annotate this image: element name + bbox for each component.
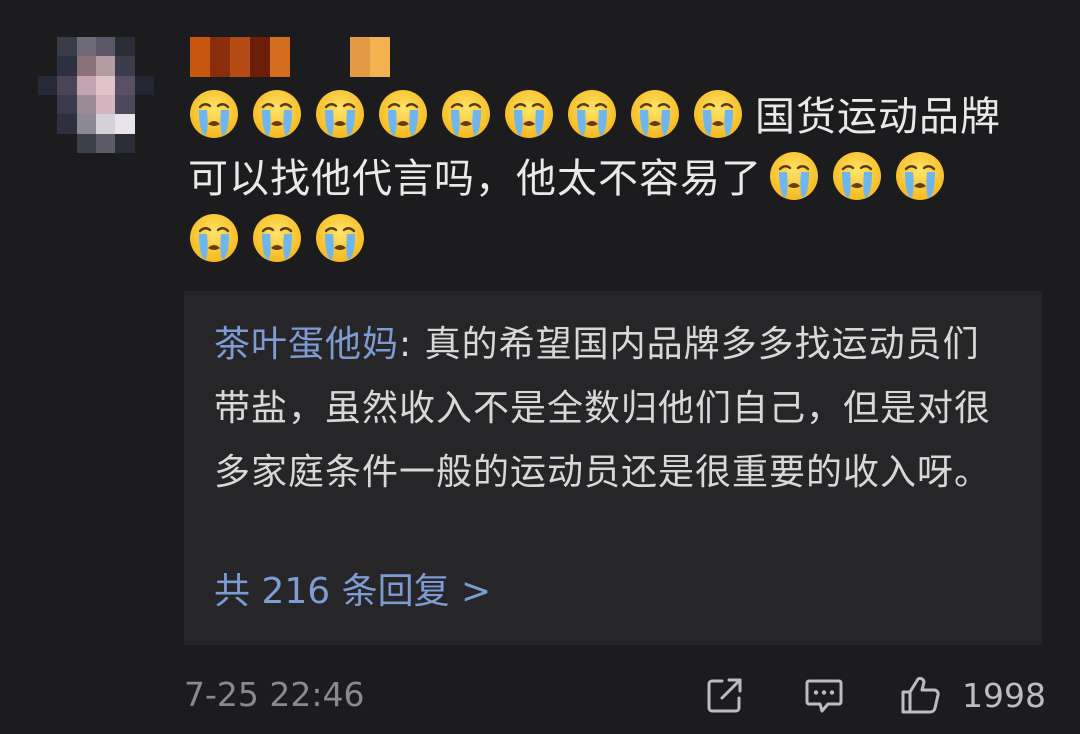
comment-text-part-1: 国货运动品牌 (755, 94, 1001, 140)
comment-text: 国货运动品牌 可以找他代言吗，他太不容易了 (188, 86, 1048, 272)
crying-face-icon (190, 214, 238, 262)
crying-face-icon (253, 90, 301, 138)
crying-face-icon (631, 90, 679, 138)
avatar-pixel (115, 114, 135, 134)
thumbs-up-icon (901, 676, 940, 714)
username-redacted[interactable] (190, 37, 390, 77)
avatar-pixel (76, 95, 96, 115)
avatar-pixel (134, 133, 154, 153)
avatar-pixel (57, 37, 77, 57)
avatar-pixel (115, 37, 135, 57)
avatar-pixel (76, 114, 96, 134)
crying-face-icon (896, 152, 944, 200)
avatar-pixel (57, 114, 77, 134)
reply-author[interactable]: 茶叶蛋他妈 (214, 324, 399, 365)
crying-face-icon (442, 90, 490, 138)
avatar-pixel (134, 95, 154, 115)
avatar-pixel (96, 37, 116, 57)
avatar-pixel (76, 75, 96, 95)
avatar[interactable] (38, 37, 154, 153)
like-button[interactable]: 1998 (898, 672, 1046, 718)
avatar-pixel (38, 114, 58, 134)
crying-face-icon (694, 90, 742, 138)
avatar-pixel (38, 37, 58, 57)
crying-face-icon (190, 90, 238, 138)
avatar-pixel (96, 75, 116, 95)
crying-face-icon (833, 152, 881, 200)
emoji-group (188, 90, 755, 140)
avatar-pixel (96, 114, 116, 134)
avatar-pixel (115, 95, 135, 115)
crying-face-icon (505, 90, 553, 138)
avatar-pixel (38, 133, 58, 153)
avatar-pixel (57, 95, 77, 115)
avatar-pixel (134, 56, 154, 76)
avatar-pixel (96, 95, 116, 115)
avatar-pixel (57, 133, 77, 153)
comment-text-part-2: 可以找他代言吗，他太不容易了 (188, 156, 762, 202)
avatar-pixel (38, 56, 58, 76)
emoji-group (768, 152, 957, 202)
avatar-pixel (57, 56, 77, 76)
reply-text: 茶叶蛋他妈: 真的希望国内品牌多多找运动员们带盐，虽然收入不是全数归他们自己，但… (214, 313, 1014, 505)
crying-face-icon (379, 90, 427, 138)
share-button[interactable] (704, 672, 746, 718)
avatar-pixel (115, 56, 135, 76)
crying-face-icon (316, 214, 364, 262)
avatar-pixel (96, 56, 116, 76)
view-all-replies-link[interactable]: 共 216 条回复 > (214, 567, 491, 617)
comment-card: 国货运动品牌 可以找他代言吗，他太不容易了 茶叶蛋他妈: 真的希望国内品牌多多找… (0, 0, 1080, 734)
avatar-pixel (38, 95, 58, 115)
comment-icon (805, 679, 843, 713)
crying-face-icon (316, 90, 364, 138)
share-icon (707, 678, 742, 713)
avatar-pixel (76, 133, 96, 153)
avatar-pixel (57, 75, 77, 95)
reply-colon: : (399, 324, 425, 365)
crying-face-icon (770, 152, 818, 200)
avatar-pixel (134, 75, 154, 95)
reply-button[interactable] (803, 672, 845, 718)
avatar-pixel (76, 56, 96, 76)
crying-face-icon (568, 90, 616, 138)
avatar-pixel (115, 75, 135, 95)
timestamp: 7-25 22:46 (184, 675, 365, 714)
avatar-pixel (134, 114, 154, 134)
avatar-pixel (96, 133, 116, 153)
reply-preview[interactable]: 茶叶蛋他妈: 真的希望国内品牌多多找运动员们带盐，虽然收入不是全数归他们自己，但… (184, 291, 1042, 645)
avatar-pixel (115, 133, 135, 153)
like-count: 1998 (962, 675, 1046, 715)
avatar-pixel (38, 75, 58, 95)
avatar-pixel (134, 37, 154, 57)
avatar-pixel (76, 37, 96, 57)
emoji-group (188, 214, 377, 264)
crying-face-icon (253, 214, 301, 262)
